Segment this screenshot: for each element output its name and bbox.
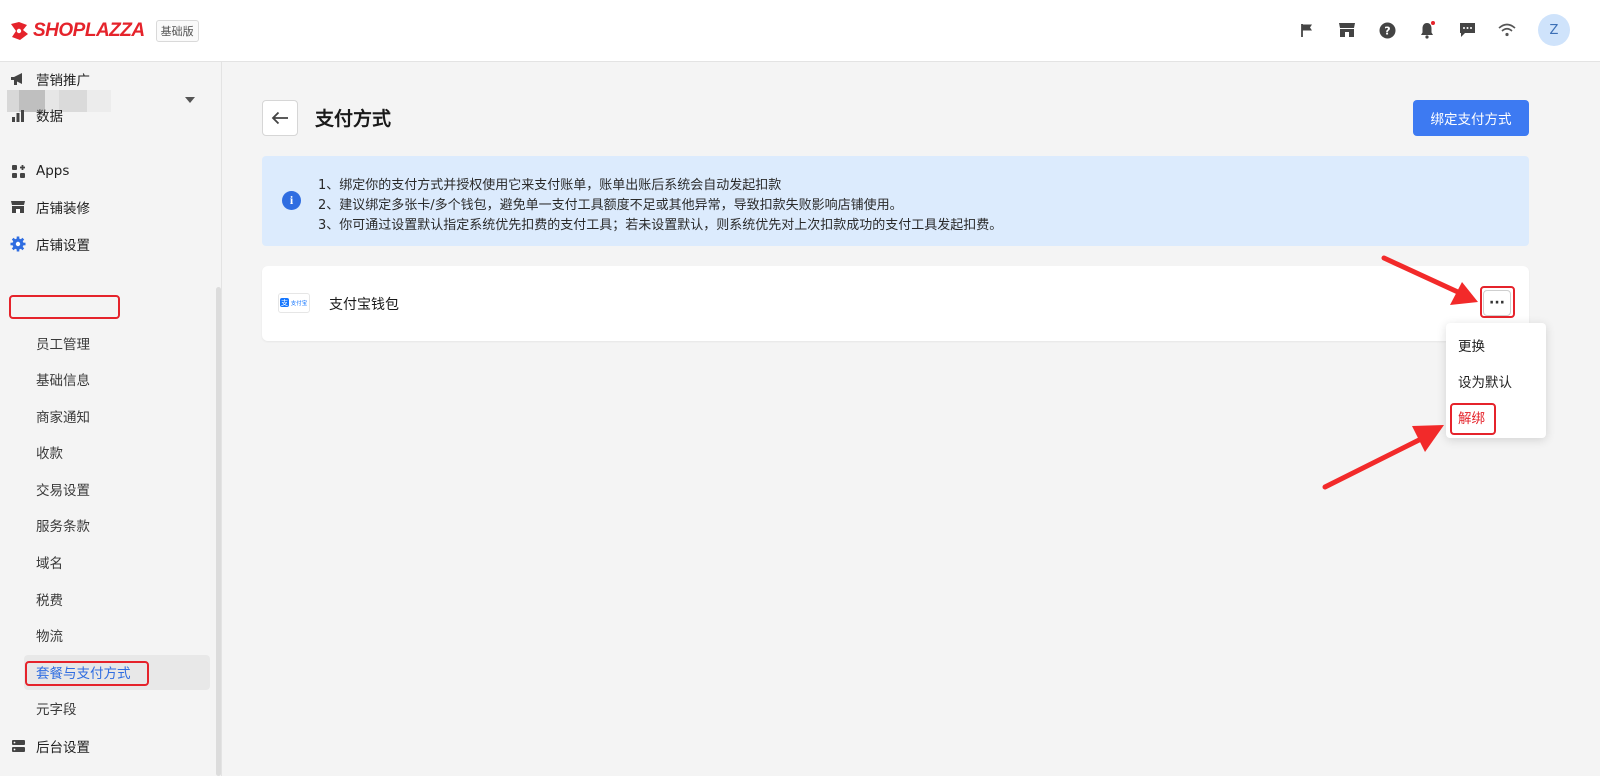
arrow-left-icon	[271, 111, 288, 125]
logo-mark-icon	[8, 20, 30, 42]
notification-dot	[1431, 21, 1435, 25]
sidebar-item-store-design[interactable]: 店铺装修	[10, 193, 90, 221]
sidebar-sub-item-active[interactable]: 套餐与支付方式	[36, 659, 131, 685]
sidebar-item-label: 店铺装修	[36, 201, 90, 217]
sidebar-scrollbar[interactable]	[216, 287, 221, 776]
shoplazza-logo[interactable]: SHOPLAZZA	[8, 20, 145, 42]
page-title: 支付方式	[315, 108, 392, 130]
edition-badge: 基础版	[155, 19, 199, 42]
svg-text:支: 支	[281, 298, 288, 307]
avatar[interactable]: Z	[1538, 14, 1570, 46]
sidebar-item-data[interactable]: 数据	[10, 101, 63, 129]
top-bar: SHOPLAZZA 基础版 ? Z	[0, 0, 1600, 62]
actions-dropdown: 更换 设为默认 解绑	[1446, 323, 1546, 438]
sidebar-item-label: Apps	[36, 163, 70, 179]
back-button[interactable]	[262, 100, 298, 136]
sidebar-sub-item[interactable]: 员工管理	[36, 330, 90, 356]
flag-icon[interactable]	[1297, 20, 1317, 40]
sidebar-item-label: 营销推广	[36, 73, 90, 89]
wifi-icon[interactable]	[1497, 20, 1517, 40]
alipay-logo: 支 支付宝	[278, 293, 310, 313]
sidebar-item-marketing[interactable]: 营销推广	[10, 65, 90, 93]
sidebar-sub-item[interactable]: 收款	[36, 439, 63, 465]
store-icon[interactable]	[1337, 20, 1357, 40]
info-line: 2、建议绑定多张卡/多个钱包，避免单一支付工具额度不足或其他异常，导致扣款失败影…	[318, 198, 903, 213]
sidebar-sub-item[interactable]: 域名	[36, 549, 63, 575]
info-line: 3、你可通过设置默认指定系统优先扣费的支付工具；若未设置默认，则系统优先对上次扣…	[318, 218, 1003, 233]
info-banner: i 1、绑定你的支付方式并授权使用它来支付账单，账单出账后系统会自动发起扣款 2…	[262, 156, 1529, 246]
arrow-icon	[1322, 425, 1444, 490]
gear-icon	[10, 236, 26, 252]
sidebar-item-label: 后台设置	[36, 740, 90, 756]
logo-text: SHOPLAZZA	[33, 19, 145, 41]
menu-item-replace[interactable]: 更换	[1458, 333, 1485, 357]
more-options-button[interactable]: ···	[1483, 290, 1511, 316]
bell-icon[interactable]	[1417, 20, 1437, 40]
info-icon: i	[282, 191, 301, 210]
svg-text:?: ?	[1384, 24, 1390, 37]
server-icon	[10, 738, 26, 754]
sidebar-sub-item[interactable]: 税费	[36, 586, 63, 612]
svg-text:支付宝: 支付宝	[291, 299, 308, 307]
apps-icon	[10, 163, 26, 179]
sidebar-sub-item[interactable]: 基础信息	[36, 366, 90, 392]
sidebar-sub-item[interactable]: 元字段	[36, 695, 77, 721]
bind-payment-button[interactable]: 绑定支付方式	[1413, 100, 1529, 136]
sidebar-sub-item[interactable]: 交易设置	[36, 476, 90, 502]
sidebar-sub-item[interactable]: 服务条款	[36, 512, 90, 538]
chevron-down-icon	[185, 97, 195, 103]
store-icon	[10, 199, 26, 215]
message-icon[interactable]	[1457, 20, 1477, 40]
menu-item-unbind[interactable]: 解绑	[1458, 405, 1485, 429]
megaphone-icon	[10, 71, 26, 87]
info-line: 1、绑定你的支付方式并授权使用它来支付账单，账单出账后系统会自动发起扣款	[318, 178, 782, 193]
annotation-arrows	[1322, 255, 1478, 490]
bar-chart-icon	[10, 107, 26, 123]
sidebar-item-label: 数据	[36, 109, 63, 125]
sidebar-sub-item[interactable]: 商家通知	[36, 403, 90, 429]
header-actions: ? Z	[1277, 14, 1570, 46]
menu-item-set-default[interactable]: 设为默认	[1458, 369, 1512, 393]
payment-method-name: 支付宝钱包	[329, 297, 399, 313]
sidebar-item-apps[interactable]: Apps	[10, 157, 69, 185]
sidebar-item-store-settings[interactable]: 店铺设置	[10, 230, 90, 258]
help-icon[interactable]: ?	[1377, 20, 1397, 40]
sidebar-item-label: 店铺设置	[36, 238, 90, 254]
payment-method-card: 支 支付宝 支付宝钱包 ···	[262, 266, 1529, 341]
sidebar-sub-item[interactable]: 物流	[36, 622, 63, 648]
sidebar-item-admin-settings[interactable]: 后台设置	[10, 732, 90, 760]
